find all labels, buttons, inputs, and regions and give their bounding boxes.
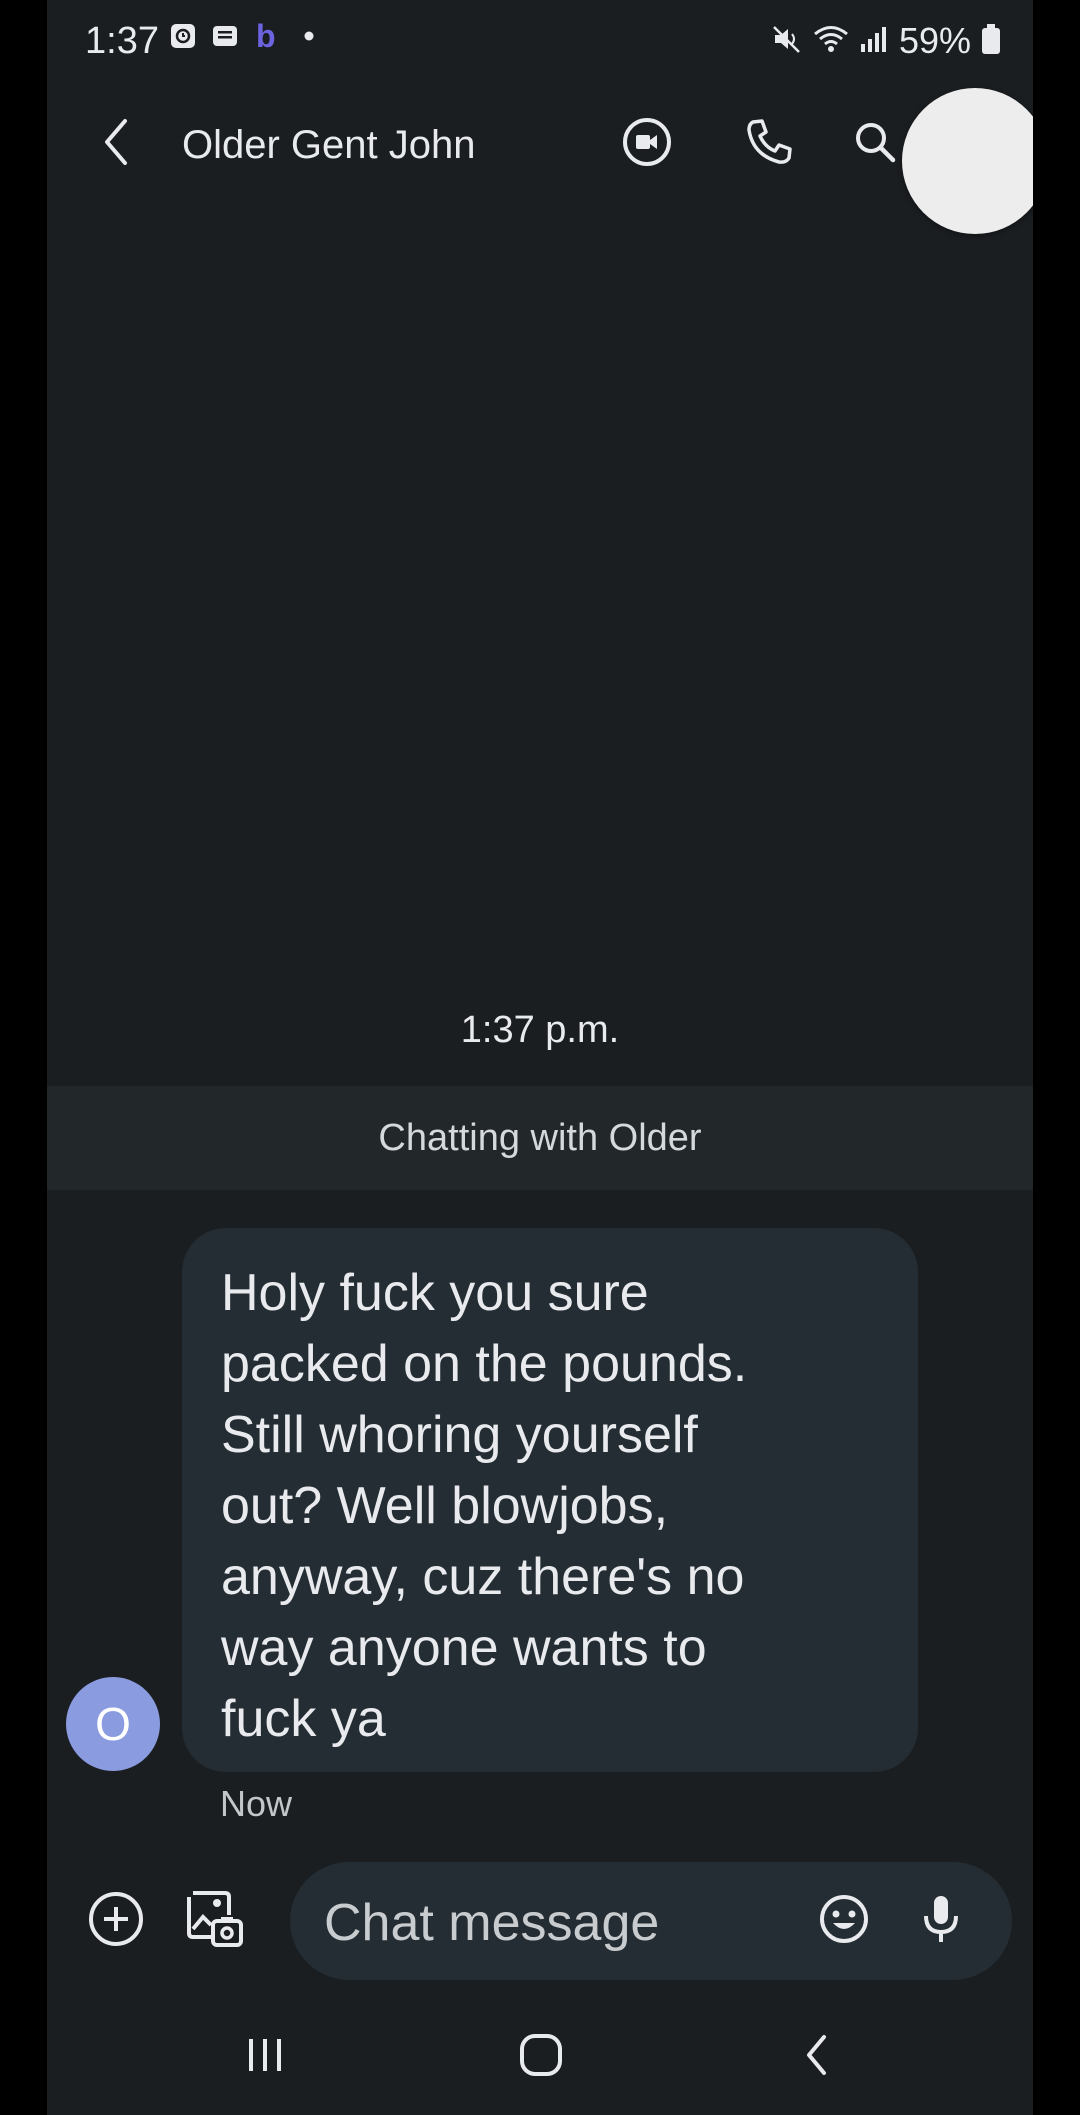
emoji-icon [817,1892,871,1951]
system-back-button[interactable] [782,2022,852,2092]
conversation-timestamp: 1:37 p.m. [460,1009,620,1051]
mute-icon [771,23,803,60]
recents-icon [243,2035,287,2080]
system-status: 59% [771,18,1001,64]
status-time: 1:37 [85,20,159,62]
alarm-icon [169,22,197,50]
signal-icon [859,24,889,59]
wifi-icon [813,23,849,60]
back-button[interactable] [87,114,147,174]
message-text: Holy fuck you sure packed on the pounds.… [221,1264,748,1748]
chat-message-input[interactable]: Chat message [290,1862,1012,1980]
floating-bubble[interactable] [902,88,1033,234]
emoji-button[interactable] [813,1890,875,1952]
chat-message-placeholder: Chat message [324,1894,660,1952]
svg-text:b: b [256,21,276,51]
chat-banner: Chatting with Older [47,1086,1033,1190]
add-icon [87,1890,145,1953]
video-call-button[interactable] [615,112,679,176]
status-bar: 1:37 b 59% [47,0,1033,84]
home-button[interactable] [506,2022,576,2092]
search-button[interactable] [843,112,907,176]
compose-bar: Chat message [47,1862,1033,1980]
gallery-icon [185,1889,245,1954]
video-call-icon [621,116,673,173]
messages-screen: 1:37 b 59% Older Gent John 1:37 p.m. Cha… [47,0,1033,2115]
phone-call-button[interactable] [737,112,801,176]
contact-name[interactable]: Older Gent John [182,120,476,170]
message-icon [211,22,239,50]
conversation-header: Older Gent John [47,84,1033,208]
search-icon [851,118,899,171]
voice-input-button[interactable] [910,1890,972,1952]
notification-icons: b [169,21,323,51]
dot-icon [295,22,323,50]
avatar[interactable]: O [66,1677,160,1771]
home-icon [518,2032,564,2083]
message-bubble[interactable]: Holy fuck you sure packed on the pounds.… [182,1228,918,1772]
battery-icon [981,23,1001,60]
mic-icon [916,1892,966,1951]
phone-icon [744,117,794,172]
system-nav-bar [47,2010,1033,2100]
b-app-icon: b [253,21,281,51]
add-attachment-button[interactable] [85,1890,147,1952]
chat-banner-text: Chatting with Older [378,1117,702,1159]
message-time: Now [220,1783,293,1824]
system-back-icon [799,2032,835,2083]
back-icon [97,117,137,172]
gallery-button[interactable] [184,1890,246,1952]
recents-button[interactable] [230,2022,300,2092]
battery-percent: 59% [898,20,971,61]
